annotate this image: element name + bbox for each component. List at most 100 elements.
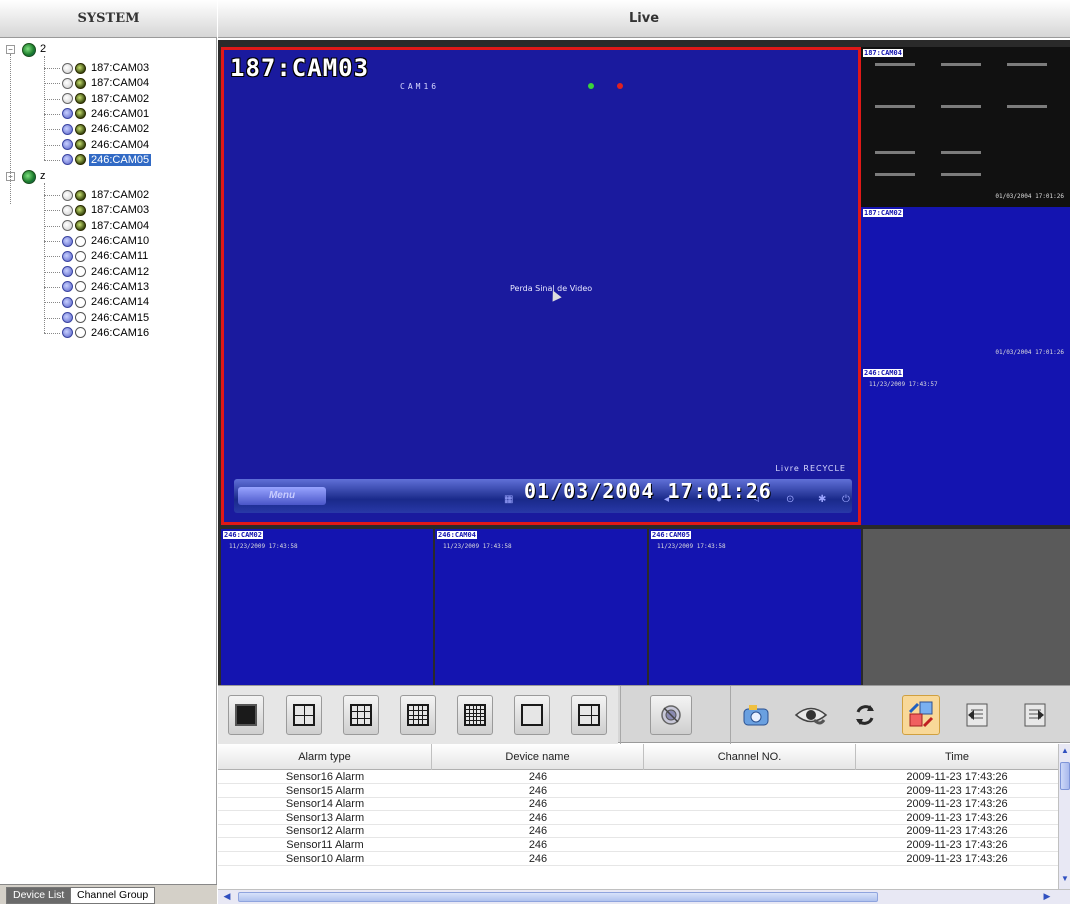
table-body: Sensor16 Alarm 246 2009-11-23 17:43:26 Sens…: [218, 771, 1058, 891]
layout-1-button[interactable]: [228, 695, 264, 735]
channel-status-icon: [62, 108, 73, 120]
device-tree: − 2 187:CAM03 187:CAM04 187:CAM02 246:CAM01 24…: [0, 40, 217, 880]
channel-status-icon: [62, 204, 73, 216]
tree-item-camera[interactable]: 246:CAM14: [62, 294, 151, 310]
tree-item-camera[interactable]: 246:CAM15: [62, 310, 151, 326]
tree-item-camera[interactable]: 246:CAM12: [62, 264, 151, 280]
layout-custom-button[interactable]: [571, 695, 607, 735]
cell-alarm-type: Sensor10 Alarm: [285, 852, 365, 865]
scroll-up-icon[interactable]: ▲: [1060, 746, 1070, 758]
table-row[interactable]: Sensor13 Alarm 246 2009-11-23 17:43:26: [218, 812, 1058, 825]
video-tile[interactable]: 187:CAM04 01/03/2004 17:01:26: [861, 47, 1070, 207]
table-header: Alarm type Device name Channel NO. Time: [218, 744, 1058, 770]
horizontal-scrollbar[interactable]: ◀ ▶: [218, 889, 1070, 904]
tree-item-camera[interactable]: 246:CAM13: [62, 279, 151, 295]
scroll-right-icon[interactable]: ▶: [1040, 891, 1054, 903]
tree-item-camera[interactable]: 187:CAM02: [62, 187, 151, 203]
channel-status-icon: [62, 123, 73, 135]
video-tile[interactable]: 246:CAM01 11/23/2009 17:43:57: [861, 367, 1070, 525]
empty-video-slot[interactable]: [863, 529, 1070, 685]
record-status-icon: [75, 266, 86, 278]
tab-channel-group[interactable]: Channel Group: [70, 887, 156, 904]
tree-item-camera[interactable]: 187:CAM03: [62, 60, 151, 76]
main-camera-title: 187:CAM03: [230, 54, 370, 82]
channel-status-icon: [62, 312, 73, 323]
tab-device-list[interactable]: Device List: [6, 887, 72, 904]
tree-item-camera[interactable]: 246:CAM02: [62, 121, 151, 137]
tree-item-label: 246:CAM14: [91, 296, 150, 309]
dvr-menu-button[interactable]: Menu: [238, 487, 326, 505]
column-header-device-name[interactable]: Device name: [432, 744, 644, 770]
tree-item-label: 246:CAM02: [91, 123, 150, 136]
scroll-thumb[interactable]: [1060, 762, 1070, 790]
layout-16-button[interactable]: [400, 695, 436, 735]
layout-4-button[interactable]: [286, 695, 322, 735]
video-tile-time: 11/23/2009 17:43:58: [443, 543, 512, 550]
live-panel: Live 187:CAM03 CAM16 Perda Sinal de Vide…: [218, 0, 1070, 904]
layout-edit-icon[interactable]: [902, 695, 940, 735]
table-row[interactable]: Sensor11 Alarm 246 2009-11-23 17:43:26: [218, 839, 1058, 852]
tree-item-label: 187:CAM02: [91, 189, 150, 202]
tree-group-label[interactable]: 2: [40, 43, 46, 55]
tree-item-camera[interactable]: 246:CAM10: [62, 233, 151, 249]
audio-button[interactable]: [650, 695, 692, 735]
tree-group-label[interactable]: z: [40, 170, 46, 182]
vertical-scrollbar[interactable]: ▲ ▼: [1058, 744, 1070, 889]
cell-time: 2009-11-23 17:43:26: [906, 852, 1008, 865]
table-row[interactable]: Sensor12 Alarm 246 2009-11-23 17:43:26: [218, 825, 1058, 839]
tree-expand-toggle[interactable]: −: [6, 45, 15, 54]
video-tile[interactable]: 246:CAM05 11/23/2009 17:43:58: [649, 529, 861, 685]
column-header-alarm-type[interactable]: Alarm type: [218, 744, 432, 770]
video-tile-label: 187:CAM02: [863, 209, 903, 217]
tree-item-camera[interactable]: 246:CAM01: [62, 106, 151, 122]
tree-item-camera[interactable]: 187:CAM02: [62, 91, 151, 107]
layout-25-button[interactable]: [457, 695, 493, 735]
video-tile-time: 11/23/2009 17:43:58: [657, 543, 726, 550]
cell-time: 2009-11-23 17:43:26: [906, 811, 1008, 824]
scroll-down-icon[interactable]: ▼: [1060, 874, 1070, 886]
cycle-icon[interactable]: [848, 698, 882, 732]
column-header-time[interactable]: Time: [856, 744, 1058, 770]
record-status-icon: [75, 250, 86, 262]
cell-channel-no: [644, 839, 856, 852]
cell-device-name: 246: [528, 825, 548, 838]
record-status-icon: [75, 123, 86, 135]
video-tile[interactable]: 246:CAM04 11/23/2009 17:43:58: [435, 529, 647, 685]
tree-item-camera[interactable]: 246:CAM11: [62, 248, 150, 264]
cell-device-name: 246: [528, 811, 548, 824]
main-video[interactable]: 187:CAM03 CAM16 Perda Sinal de Video Liv…: [221, 47, 861, 525]
cell-channel-no: [644, 853, 856, 866]
horizontal-scroll-thumb[interactable]: [238, 892, 878, 902]
next-page-icon[interactable]: [1018, 698, 1052, 732]
tree-item-camera[interactable]: 187:CAM04: [62, 75, 151, 91]
table-row[interactable]: Sensor14 Alarm 246 2009-11-23 17:43:26: [218, 798, 1058, 812]
table-row[interactable]: Sensor10 Alarm 246 2009-11-23 17:43:26: [218, 853, 1058, 866]
tree-item-camera[interactable]: 246:CAM04: [62, 137, 151, 153]
cell-time: 2009-11-23 17:43:26: [906, 771, 1008, 783]
tree-item-camera[interactable]: 187:CAM04: [62, 218, 151, 234]
channel-status-icon: [62, 296, 73, 308]
layout-36-button[interactable]: [514, 695, 550, 735]
video-tile[interactable]: 187:CAM02 01/03/2004 17:01:26: [861, 207, 1070, 367]
layout-9-button[interactable]: [343, 695, 379, 735]
channel-status-icon: [62, 235, 73, 247]
prev-page-icon[interactable]: [960, 698, 994, 732]
cell-alarm-type: Sensor14 Alarm: [285, 798, 365, 811]
record-status-icon: [75, 93, 86, 105]
scroll-left-icon[interactable]: ◀: [220, 891, 234, 903]
column-header-channel-no[interactable]: Channel NO.: [644, 744, 856, 770]
table-row[interactable]: Sensor15 Alarm 246 2009-11-23 17:43:26: [218, 785, 1058, 798]
video-tile[interactable]: 246:CAM02 11/23/2009 17:43:58: [221, 529, 433, 685]
snapshot-icon[interactable]: [740, 698, 774, 732]
record-status-icon: [75, 189, 86, 201]
toolbar: [218, 685, 1070, 744]
table-row[interactable]: Sensor16 Alarm 246 2009-11-23 17:43:26: [218, 771, 1058, 784]
channel-status-icon: [62, 189, 73, 201]
tree-item-camera[interactable]: 246:CAM16: [62, 325, 151, 341]
channel-status-icon: [62, 62, 73, 74]
tree-item-camera[interactable]: 246:CAM05: [62, 152, 152, 168]
record-status-icon: [75, 204, 86, 216]
eye-icon[interactable]: [794, 698, 828, 732]
tree-item-camera[interactable]: 187:CAM03: [62, 202, 151, 218]
live-header: Live: [218, 0, 1070, 38]
